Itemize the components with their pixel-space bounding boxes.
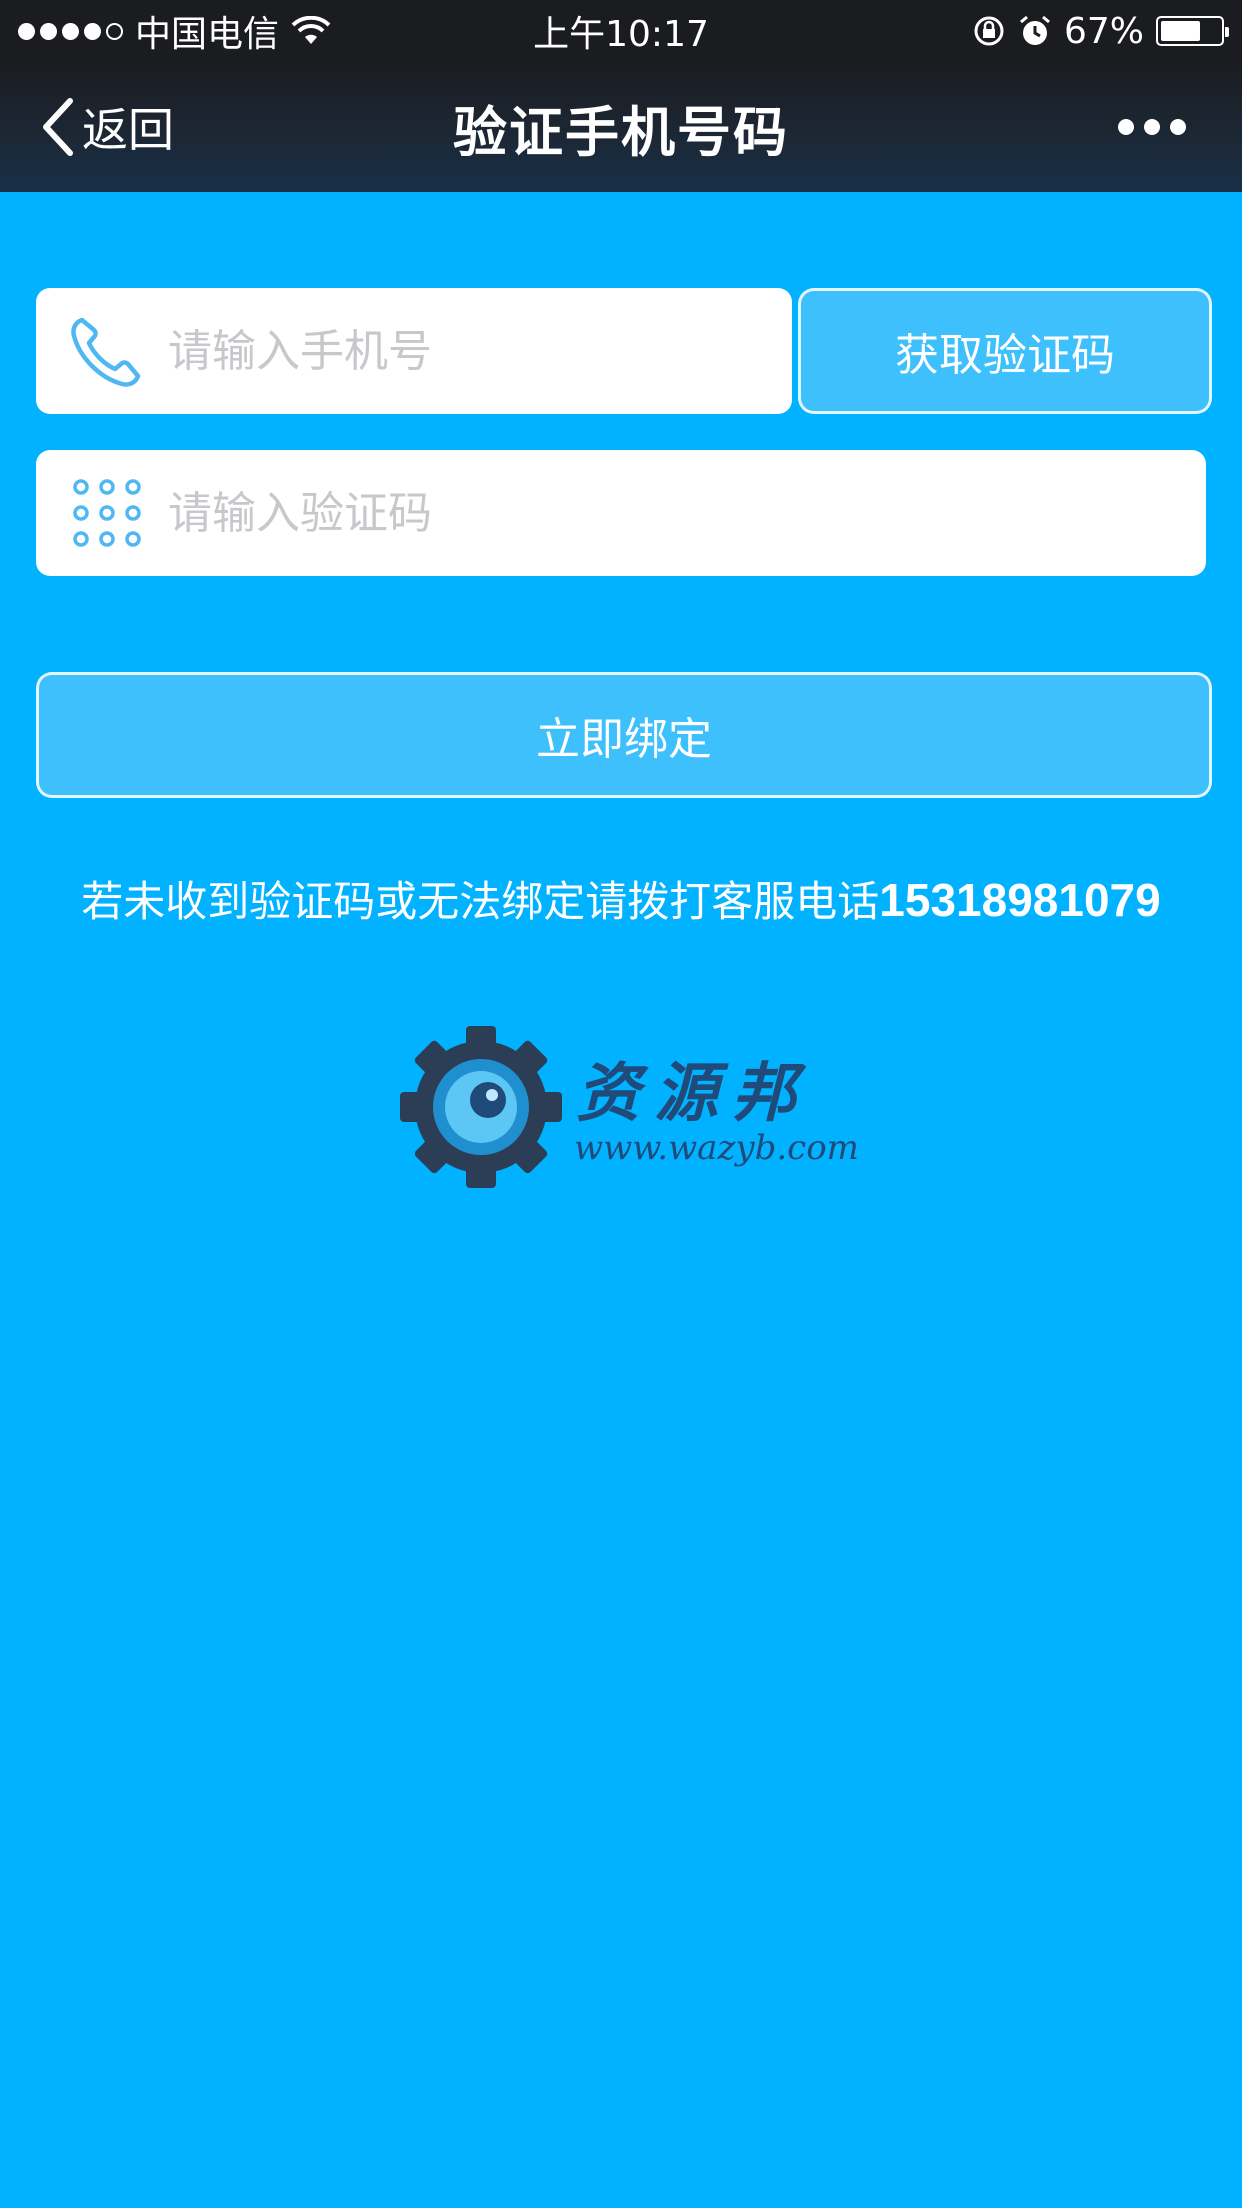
status-time: 上午10:17 (533, 14, 709, 55)
get-code-button[interactable]: 获取验证码 (798, 288, 1212, 414)
hint-text: 若未收到验证码或无法绑定请拨打客服电话 (81, 877, 880, 926)
status-bar: 中国电信 上午10:17 67% (0, 0, 1242, 62)
phone-icon (62, 306, 152, 396)
hint-phone-number[interactable]: 15318981079 (879, 874, 1160, 926)
back-label: 返回 (82, 103, 174, 157)
back-button[interactable]: 返回 (40, 62, 174, 192)
alarm-icon (1020, 15, 1050, 45)
phone-input[interactable] (168, 288, 792, 414)
bind-button[interactable]: 立即绑定 (36, 672, 1212, 798)
status-left: 中国电信 (18, 5, 331, 57)
page-title: 验证手机号码 (453, 100, 789, 164)
battery-percent: 67% (1063, 10, 1144, 52)
wifi-icon (291, 16, 331, 44)
signal-icon (18, 22, 123, 40)
keypad-icon (62, 468, 152, 558)
battery-icon (1156, 16, 1229, 46)
more-dots-icon[interactable] (1118, 62, 1186, 192)
watermark-logo: 资源邦 www.wazyb.com (396, 1022, 859, 1192)
watermark-url: www.wazyb.com (574, 1128, 859, 1168)
battery-fill (1161, 21, 1200, 41)
nav-bar: 返回 验证手机号码 (0, 62, 1242, 192)
rotation-lock-icon (974, 16, 1004, 46)
code-input[interactable] (168, 450, 1206, 576)
chevron-left-icon (43, 98, 73, 156)
status-right: 67% (972, 10, 1229, 52)
phone-field (36, 288, 792, 414)
code-field (36, 450, 1206, 576)
gear-camera-icon (400, 1026, 562, 1188)
carrier-label: 中国电信 (135, 14, 280, 55)
watermark-name: 资源邦 (576, 1056, 810, 1131)
help-hint: 若未收到验证码或无法绑定请拨打客服电话15318981079 (0, 868, 1242, 929)
